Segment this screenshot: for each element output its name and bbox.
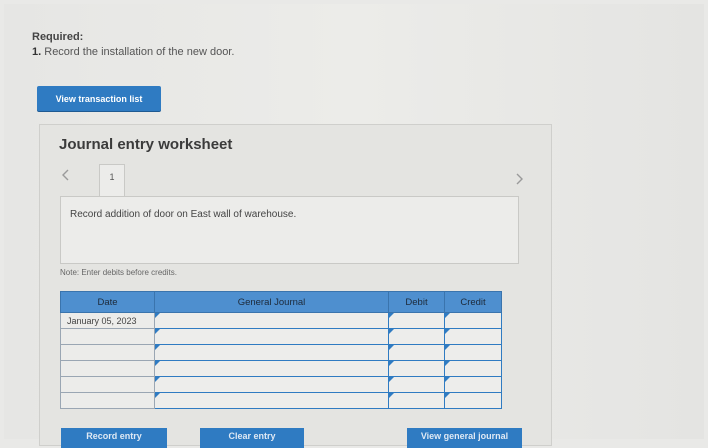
required-item: 1. Record the installation of the new do…	[32, 46, 234, 58]
table-row	[60, 328, 502, 345]
account-input[interactable]	[154, 344, 389, 361]
date-cell: January 05, 2023	[60, 312, 155, 329]
credit-input[interactable]	[444, 312, 502, 329]
credit-input[interactable]	[444, 328, 502, 345]
worksheet-title: Journal entry worksheet	[59, 136, 233, 153]
account-input[interactable]	[154, 376, 389, 393]
entry-note: Note: Enter debits before credits.	[60, 268, 177, 277]
debit-column-header: Debit	[388, 291, 445, 313]
table-row	[60, 376, 502, 393]
journal-table: Date General Journal Debit Credit Januar…	[60, 291, 502, 409]
record-entry-button[interactable]: Record entry	[61, 428, 167, 448]
debit-input[interactable]	[388, 392, 445, 409]
debit-input[interactable]	[388, 312, 445, 329]
account-input[interactable]	[154, 328, 389, 345]
debit-input[interactable]	[388, 328, 445, 345]
credit-input[interactable]	[444, 344, 502, 361]
credit-column-header: Credit	[444, 291, 502, 313]
date-column-header: Date	[60, 291, 155, 313]
table-row	[60, 344, 502, 361]
required-item-text: Record the installation of the new door.	[41, 46, 235, 58]
credit-input[interactable]	[444, 360, 502, 377]
date-cell	[60, 344, 155, 361]
chevron-left-icon[interactable]	[61, 168, 71, 184]
worksheet-tab-1[interactable]: 1	[99, 164, 125, 196]
general-journal-column-header: General Journal	[154, 291, 389, 313]
date-cell	[60, 328, 155, 345]
required-heading: Required:	[32, 31, 84, 43]
date-cell	[60, 376, 155, 393]
view-transaction-list-button[interactable]: View transaction list	[37, 86, 161, 111]
required-item-number: 1.	[32, 46, 42, 58]
credit-input[interactable]	[444, 376, 502, 393]
account-input[interactable]	[154, 360, 389, 377]
account-input[interactable]	[154, 392, 389, 409]
table-row: January 05, 2023	[60, 312, 502, 329]
debit-input[interactable]	[388, 360, 445, 377]
table-row	[60, 360, 502, 377]
clear-entry-button[interactable]: Clear entry	[200, 428, 304, 448]
journal-header-row: Date General Journal Debit Credit	[60, 291, 502, 313]
debit-input[interactable]	[388, 376, 445, 393]
chevron-right-icon[interactable]	[514, 172, 524, 188]
account-input[interactable]	[154, 312, 389, 329]
view-general-journal-button[interactable]: View general journal	[407, 428, 522, 448]
date-cell	[60, 392, 155, 409]
transaction-description: Record addition of door on East wall of …	[70, 209, 297, 220]
date-cell	[60, 360, 155, 377]
credit-input[interactable]	[444, 392, 502, 409]
debit-input[interactable]	[388, 344, 445, 361]
table-row	[60, 392, 502, 409]
transaction-description-box	[60, 196, 519, 264]
